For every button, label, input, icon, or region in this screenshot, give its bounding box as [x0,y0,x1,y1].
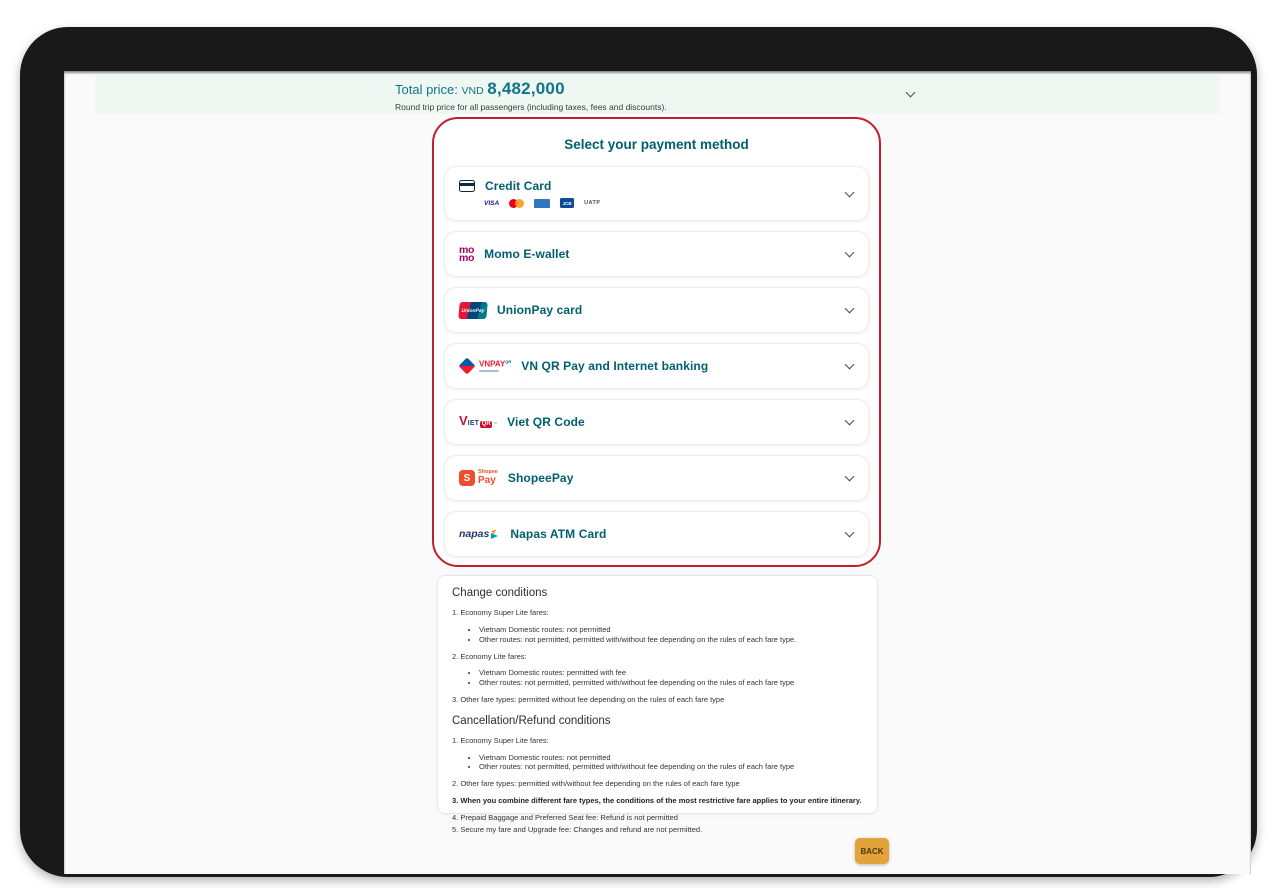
accepted-card-logos: VISA JCB UATP [484,198,600,208]
payment-method-label: Momo E-wallet [484,247,570,261]
payment-method-unionpay[interactable]: UnionPay UnionPay card [444,287,869,333]
chevron-down-icon [844,471,855,482]
payment-method-shopeepay[interactable]: S Shopee Pay ShopeePay [444,455,869,501]
vietqr-logo: V IET QR ™ [459,413,498,429]
condition-line: 1. Economy Super Lite fares: [452,735,549,745]
payment-panel-title: Select your payment method [564,137,749,152]
price-disclaimer: Round trip price for all passengers (inc… [395,102,667,112]
total-price-amount: 8,482,000 [487,79,565,98]
payment-method-label: Credit Card [485,179,552,193]
mastercard-logo [509,198,525,208]
chevron-down-icon [844,247,855,258]
change-conditions-title: Change conditions [452,587,548,599]
uatp-logo: UATP [584,200,601,206]
total-price: Total price: VND 8,482,000 [395,79,667,99]
condition-bullets: Vietnam Domestic routes: not permitted O… [479,753,863,773]
condition-line-bold: 3. When you combine different fare types… [452,796,862,806]
condition-line: 4. Prepaid Baggage and Preferred Seat fe… [452,812,678,822]
amex-logo [534,198,551,208]
chevron-down-icon [844,527,855,538]
condition-bullet: Vietnam Domestic routes: permitted with … [479,668,863,678]
vnpay-logo: VNPAYQR [458,357,511,375]
total-price-bar: Total price: VND 8,482,000 Round trip pr… [95,74,1220,114]
condition-bullet: Other routes: not permitted, permitted w… [479,678,863,688]
payment-method-napas[interactable]: napas Napas ATM Card [444,511,869,557]
condition-bullet: Other routes: not permitted, permitted w… [479,762,863,772]
back-button[interactable]: BACK [855,838,889,864]
condition-line: 2. Other fare types: permitted with/with… [452,779,740,789]
payment-method-label: Viet QR Code [507,415,585,429]
tablet-bezel: Total price: VND 8,482,000 Round trip pr… [20,27,1257,877]
condition-line: 3. Other fare types: permitted without f… [452,695,725,705]
napas-arrow-icon [491,529,500,539]
page: Total price: VND 8,482,000 Round trip pr… [0,0,1276,888]
payment-method-momo[interactable]: mo mo Momo E-wallet [444,231,869,277]
jcb-logo: JCB [560,198,575,208]
visa-logo: VISA [484,199,500,207]
condition-bullet: Other routes: not permitted, permitted w… [479,635,863,645]
vnpay-tagline [479,369,499,373]
momo-logo: mo mo [459,243,475,264]
condition-line: 2. Economy Lite fares: [452,651,527,661]
unionpay-logo: UnionPay [458,301,488,319]
napas-logo: napas [459,528,500,540]
chevron-down-icon [844,187,855,197]
total-price-block: Total price: VND 8,482,000 Round trip pr… [395,79,667,112]
payment-method-vietqr[interactable]: V IET QR ™ Viet QR Code [444,399,869,445]
chevron-down-icon [844,415,855,426]
currency-label: VND [461,85,484,97]
price-bar-chevron-down-icon[interactable] [905,87,916,98]
condition-line: 1. Economy Super Lite fares: [452,608,549,617]
condition-bullets: Vietnam Domestic routes: not permitted O… [479,625,863,645]
refund-conditions-title: Cancellation/Refund conditions [452,714,611,727]
payment-method-label: Napas ATM Card [510,527,607,541]
condition-bullet: Vietnam Domestic routes: not permitted [479,625,863,635]
condition-line: 5. Secure my fare and Upgrade fee: Chang… [452,825,703,835]
payment-method-credit-card[interactable]: Credit Card VISA JCB UATP [444,166,869,221]
shopeepay-logo: S Shopee Pay [459,470,498,486]
fare-conditions-panel: Change conditions 1. Economy Super Lite … [437,575,878,834]
payment-method-label: VN QR Pay and Internet banking [521,359,709,373]
payment-method-label: UnionPay card [497,303,583,317]
payment-method-label: ShopeePay [507,471,574,485]
chevron-down-icon [844,303,855,314]
condition-bullet: Vietnam Domestic routes: not permitted [479,753,863,763]
payment-methods-panel: Select your payment method Credit Card V… [432,117,881,567]
vnpay-diamond-icon [458,357,476,375]
screen: Total price: VND 8,482,000 Round trip pr… [64,71,1251,874]
total-price-label: Total price: [395,82,458,97]
credit-card-icon [459,180,475,192]
chevron-down-icon [844,359,855,370]
payment-method-vnpay[interactable]: VNPAYQR VN QR Pay and Internet banking [444,343,869,389]
condition-bullets: Vietnam Domestic routes: permitted with … [479,668,863,688]
